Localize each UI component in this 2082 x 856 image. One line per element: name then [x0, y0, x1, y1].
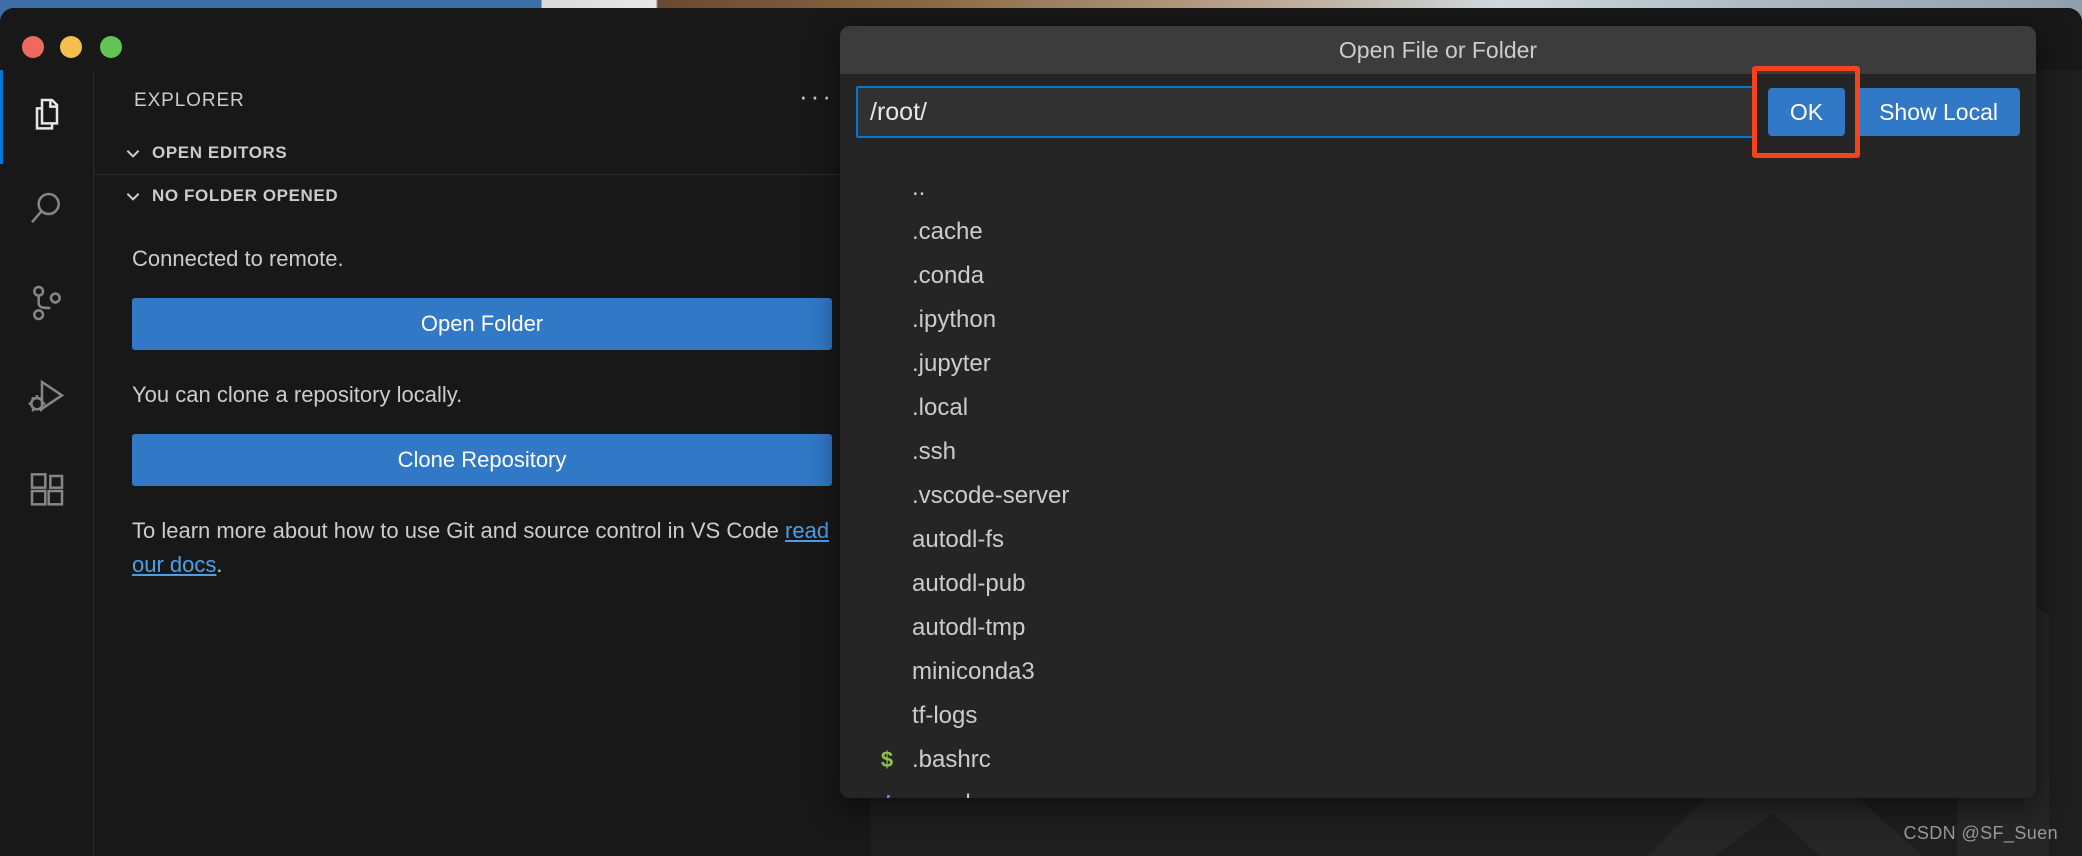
vscode-window: EXPLORER ··· OPEN EDITORS NO FOLDER OPEN…: [0, 8, 2082, 856]
file-list[interactable]: ·..·.cache·.conda·.ipython·.jupyter·.loc…: [840, 166, 2036, 798]
maximize-window-button[interactable]: [100, 36, 122, 58]
section-no-folder-opened-label: NO FOLDER OPENED: [152, 185, 339, 205]
chevron-down-icon: [124, 187, 142, 205]
close-window-button[interactable]: [22, 36, 44, 58]
docs-hint-text: To learn more about how to use Git and s…: [132, 514, 832, 582]
dialog-body: OK Show Local ·..·.cache·.conda·.ipython…: [840, 66, 2036, 798]
file-list-item-label: .vscode-server: [912, 482, 1070, 509]
file-list-item[interactable]: ·tf-logs: [840, 694, 2036, 738]
file-list-item[interactable]: $ .bashrc: [840, 738, 2036, 782]
file-list-item[interactable]: ·.local: [840, 386, 2036, 430]
file-list-item-label: .conda: [912, 262, 985, 289]
file-list-item-label: .local: [912, 394, 969, 421]
file-type-icon: $: [880, 747, 894, 772]
explorer-welcome-view: Connected to remote. Open Folder You can…: [94, 216, 870, 582]
activity-bar: [0, 70, 94, 856]
file-list-item-label: autodl-fs: [912, 526, 1005, 553]
file-list-item-label: .condarc: [912, 790, 1004, 798]
file-list-item[interactable]: ·.conda: [840, 254, 2036, 298]
file-list-item[interactable]: ·autodl-pub: [840, 562, 2036, 606]
minimize-window-button[interactable]: [60, 36, 82, 58]
section-open-editors[interactable]: OPEN EDITORS: [94, 132, 870, 174]
file-list-item-label: .ssh: [912, 438, 957, 465]
open-folder-button[interactable]: Open Folder: [132, 298, 832, 351]
extensions-icon: [27, 471, 67, 516]
file-list-item[interactable]: ·.jupyter: [840, 342, 2036, 386]
explorer-more-actions-button[interactable]: ···: [799, 83, 834, 111]
file-list-item[interactable]: ·.vscode-server: [840, 474, 2036, 518]
file-list-item-label: .ipython: [912, 306, 997, 333]
activity-bar-item-search[interactable]: [0, 164, 94, 258]
file-list-item[interactable]: ·.ipython: [840, 298, 2036, 342]
clone-repository-button[interactable]: Clone Repository: [132, 434, 832, 487]
activity-bar-item-extensions[interactable]: [0, 446, 94, 540]
activity-bar-item-explorer[interactable]: [0, 70, 94, 164]
file-list-item-label: autodl-pub: [912, 570, 1026, 597]
connected-to-remote-text: Connected to remote.: [132, 246, 344, 271]
file-list-item-label: autodl-tmp: [912, 614, 1026, 641]
run-and-debug-icon: [27, 377, 67, 422]
dialog-input-row: OK Show Local: [840, 66, 2036, 158]
file-list-item-label: tf-logs: [912, 702, 978, 729]
chevron-down-icon: [124, 144, 142, 162]
section-open-editors-label: OPEN EDITORS: [152, 143, 288, 162]
section-no-folder-opened[interactable]: NO FOLDER OPENED: [94, 174, 870, 216]
explorer-header: EXPLORER ···: [94, 70, 870, 132]
ok-button-wrapper: OK: [1751, 66, 1860, 158]
file-list-item-label: .cache: [912, 218, 983, 245]
file-list-item-label: miniconda3: [912, 658, 1035, 685]
file-list-item[interactable]: ·miniconda3: [840, 650, 2036, 694]
file-list-item[interactable]: ·.cache: [840, 210, 2036, 254]
dialog-titlebar: Open File or Folder: [840, 26, 2036, 74]
search-icon: [27, 189, 67, 234]
file-list-item[interactable]: ·.ssh: [840, 430, 2036, 474]
file-list-item[interactable]: ·autodl-fs: [840, 518, 2036, 562]
open-file-or-folder-dialog: Open File or Folder OK Show Local ·..·.c…: [840, 26, 2036, 798]
explorer-sidebar: EXPLORER ··· OPEN EDITORS NO FOLDER OPEN…: [94, 70, 870, 856]
source-control-icon: [27, 283, 67, 328]
dialog-title: Open File or Folder: [1338, 36, 1538, 63]
docs-hint-after: .: [216, 552, 223, 578]
file-list-item-label: .bashrc: [912, 746, 991, 773]
file-list-item[interactable]: ·autodl-tmp: [840, 606, 2036, 650]
docs-hint-before: To learn more about how to use Git and s…: [132, 518, 786, 544]
explorer-title: EXPLORER: [134, 90, 245, 111]
file-list-item[interactable]: ·..: [840, 166, 2036, 210]
files-icon: [27, 95, 67, 140]
file-list-item-label: ..: [912, 174, 926, 201]
file-list-item-label: .jupyter: [912, 350, 991, 377]
path-input[interactable]: [856, 86, 1756, 138]
file-type-icon: /: [876, 791, 898, 798]
activity-bar-item-source-control[interactable]: [0, 258, 94, 352]
csdn-watermark: CSDN @SF_Suen: [1903, 823, 2058, 843]
activity-bar-item-run-and-debug[interactable]: [0, 352, 94, 446]
ok-button[interactable]: OK: [1767, 88, 1846, 136]
show-local-button[interactable]: Show Local: [1857, 88, 2020, 136]
file-list-item[interactable]: / .condarc: [840, 782, 2036, 798]
clone-hint-text: You can clone a repository locally.: [132, 382, 463, 408]
